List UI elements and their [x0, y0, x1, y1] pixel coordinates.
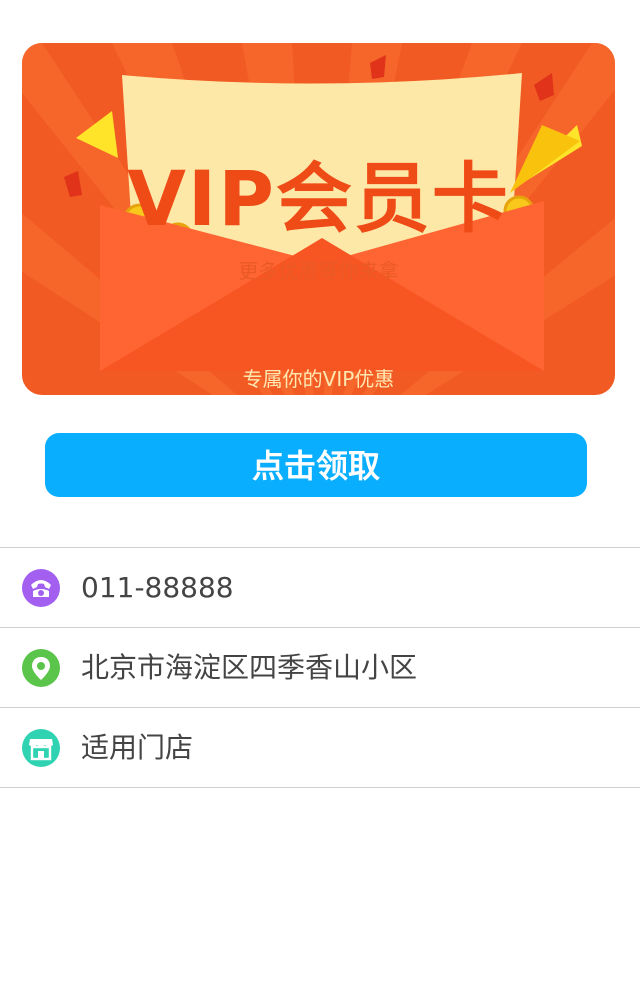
- phone-number: 011-88888: [81, 571, 234, 604]
- claim-button[interactable]: 点击领取: [45, 433, 587, 497]
- address-text: 北京市海淀区四季香山小区: [81, 651, 418, 684]
- banner-subtitle: 更多优惠等你来拿: [238, 259, 399, 283]
- vip-card-banner[interactable]: VIP会员卡 更多优惠等你来拿 专属你的VIP优惠: [22, 43, 615, 395]
- phone-icon: [22, 569, 60, 607]
- location-pin-icon: [22, 649, 60, 687]
- stores-label: 适用门店: [81, 731, 194, 764]
- stores-row[interactable]: 适用门店: [0, 708, 640, 788]
- banner-title: VIP会员卡: [127, 154, 510, 243]
- address-row[interactable]: 北京市海淀区四季香山小区: [0, 628, 640, 708]
- page: VIP会员卡 更多优惠等你来拿 专属你的VIP优惠 点击领取 011-88888: [0, 0, 640, 1008]
- info-list: 011-88888 北京市海淀区四季香山小区 适用门店: [0, 547, 640, 788]
- phone-row[interactable]: 011-88888: [0, 548, 640, 628]
- banner-tagline: 专属你的VIP优惠: [242, 367, 395, 391]
- store-icon: [22, 729, 60, 767]
